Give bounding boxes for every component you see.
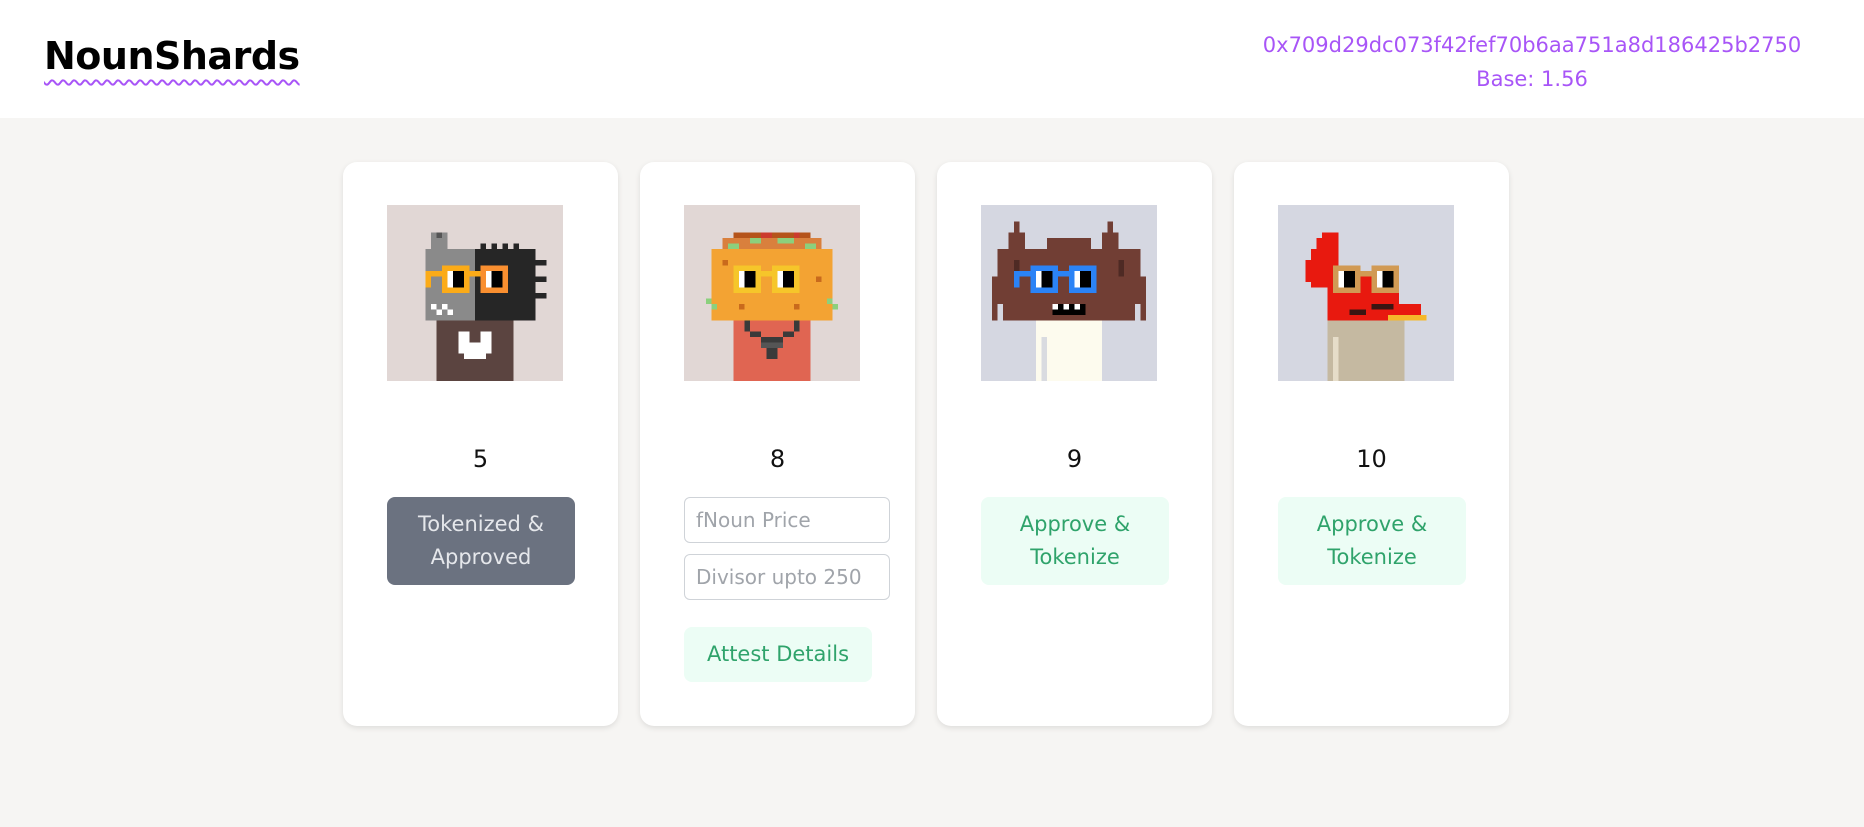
noun-card-list: 5 Tokenized & Approved 8 fNoun Price Div… — [343, 162, 1509, 726]
noun-card: 10 Approve & Tokenize — [1234, 162, 1509, 726]
tokenized-approved-button[interactable]: Tokenized & Approved — [387, 497, 575, 585]
noun-card: 5 Tokenized & Approved — [343, 162, 618, 726]
app-logo[interactable]: NounShards — [44, 34, 300, 78]
base-balance: Base: 1.56 — [1476, 67, 1588, 91]
account-info: 0x709d29dc073f42fef70b6aa751a8d186425b27… — [1252, 28, 1812, 96]
noun-id: 8 — [769, 445, 786, 473]
divisor-input[interactable] — [684, 554, 890, 600]
fnoun-price-input[interactable] — [684, 497, 890, 543]
noun-image — [981, 205, 1157, 381]
noun-card: 8 Attest Details — [640, 162, 915, 726]
wallet-address[interactable]: 0x709d29dc073f42fef70b6aa751a8d186425b27… — [1252, 28, 1812, 62]
approve-tokenize-button[interactable]: Approve & Tokenize — [1278, 497, 1466, 585]
noun-card: 9 Approve & Tokenize — [937, 162, 1212, 726]
noun-id: 5 — [472, 445, 489, 473]
noun-id: 10 — [1356, 445, 1387, 473]
approve-tokenize-button[interactable]: Approve & Tokenize — [981, 497, 1169, 585]
noun-id: 9 — [1066, 445, 1083, 473]
noun-image — [387, 205, 563, 381]
attest-details-button[interactable]: Attest Details — [684, 627, 872, 682]
noun-image — [1278, 205, 1454, 381]
noun-image — [684, 205, 860, 381]
header: NounShards 0x709d29dc073f42fef70b6aa751a… — [0, 0, 1864, 118]
